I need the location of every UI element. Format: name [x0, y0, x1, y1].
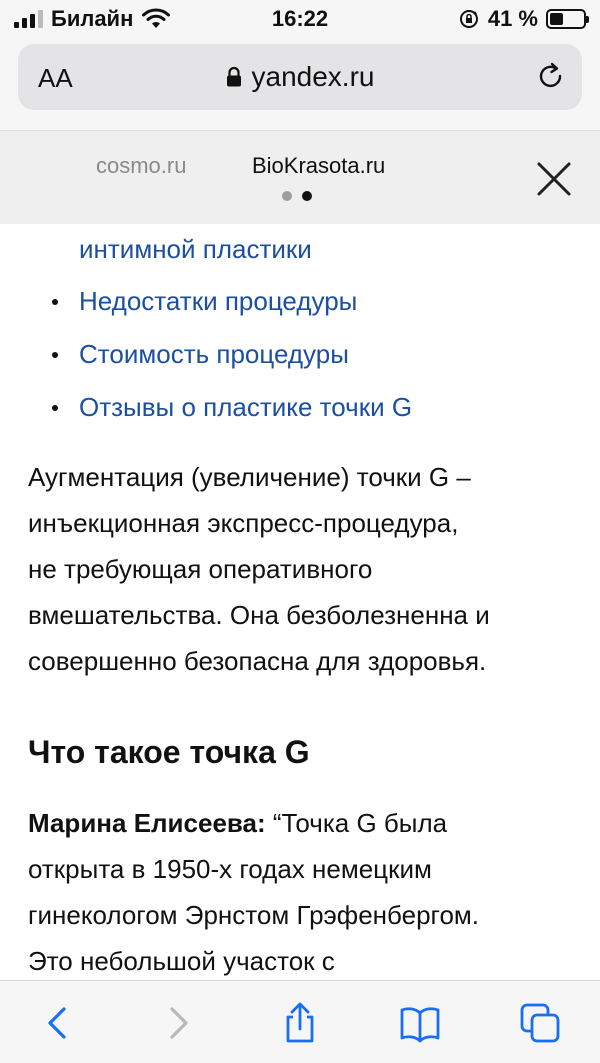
- intro-line: совершенно безопасна для здоровья.: [28, 646, 487, 676]
- page-dot: [282, 191, 292, 201]
- close-icon[interactable]: [532, 157, 576, 201]
- quote-line-first: Марина Елисеева: “Точка G была: [28, 800, 576, 846]
- url-bar[interactable]: AA yandex.ru: [18, 44, 582, 110]
- rotation-lock-icon: [459, 10, 478, 28]
- bottom-toolbar: [0, 980, 600, 1063]
- bullet-icon: [52, 352, 58, 358]
- source-tab-cosmo[interactable]: cosmo.ru: [96, 153, 186, 179]
- quote-paragraph: Марина Елисеева: “Точка G была открыта в…: [28, 800, 576, 980]
- status-bar: Билайн 16:22 41 %: [0, 0, 600, 38]
- intro-line: Аугментация (увеличение) точки G –: [28, 462, 471, 492]
- chevron-right-icon[interactable]: [156, 1001, 200, 1045]
- share-icon[interactable]: [278, 1001, 322, 1045]
- quote-author: Марина Елисеева:: [28, 808, 266, 838]
- tabs-icon[interactable]: [518, 1001, 562, 1045]
- toc-link[interactable]: Отзывы о пластике точки G: [79, 392, 412, 423]
- intro-line: не требующая оперативного: [28, 554, 373, 584]
- status-right: 41 %: [458, 6, 589, 32]
- source-carousel: cosmo.ru BioKrasota.ru: [0, 130, 600, 224]
- intro-line: инъекционная экспресс-процедура,: [28, 508, 459, 538]
- padlock-icon: [226, 66, 241, 87]
- quote-line: Это небольшой участок с: [28, 946, 335, 976]
- bullet-icon: [52, 299, 58, 305]
- section-heading: Что такое точка G: [28, 734, 310, 770]
- url-bar-container: AA yandex.ru: [0, 38, 600, 130]
- source-tab-biokrasota[interactable]: BioKrasota.ru: [252, 153, 385, 179]
- bullet-icon: [52, 405, 58, 411]
- toc-link-partial[interactable]: интимной пластики: [79, 234, 312, 265]
- url-text: yandex.ru: [251, 61, 375, 92]
- chevron-left-icon[interactable]: [36, 1001, 80, 1045]
- quote-line: открыта в 1950-х годах немецким: [28, 854, 432, 884]
- address-field[interactable]: yandex.ru: [18, 61, 582, 93]
- reload-icon[interactable]: [536, 62, 566, 92]
- battery-icon: [546, 9, 589, 29]
- quote-line: гинекологом Эрнстом Грэфенбергом.: [28, 900, 480, 930]
- page-indicator: [282, 191, 312, 201]
- intro-paragraph: Аугментация (увеличение) точки G – инъек…: [28, 454, 576, 684]
- toc-link[interactable]: Стоимость процедуры: [79, 339, 349, 370]
- article-content: интимной пластики Недостатки процедуры С…: [0, 224, 600, 980]
- intro-line: вмешательства. Она безболезненна и: [28, 600, 490, 630]
- battery-percent: 41 %: [487, 6, 538, 31]
- page-dot-active: [302, 191, 312, 201]
- battery-fill: [550, 13, 564, 25]
- toc-link[interactable]: Недостатки процедуры: [79, 286, 357, 317]
- bookmarks-book-icon[interactable]: [398, 1001, 442, 1045]
- quote-text: “Точка G была: [265, 808, 448, 838]
